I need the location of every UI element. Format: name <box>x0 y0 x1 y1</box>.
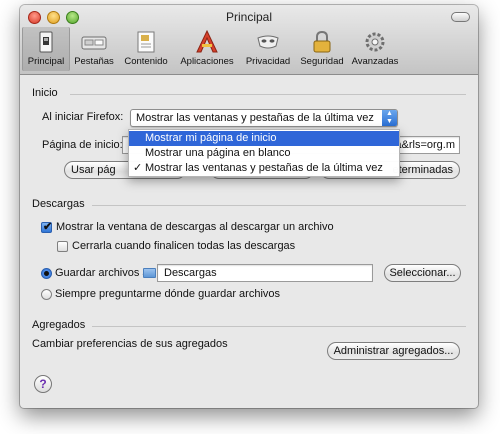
switch-icon <box>39 31 53 53</box>
tab-aplicaciones[interactable]: Aplicaciones <box>175 27 239 71</box>
tab-contenido[interactable]: Contenido <box>118 27 174 71</box>
tab-label: Pestañas <box>74 56 114 67</box>
download-folder-field[interactable]: Descargas <box>157 264 373 282</box>
startup-dropdown-menu: Mostrar mi página de inicio Mostrar una … <box>128 129 400 177</box>
section-divider <box>92 326 466 327</box>
help-button[interactable]: ? <box>34 375 52 393</box>
download-folder-value: Descargas <box>164 267 217 279</box>
close-when-done-label: Cerrarla cuando finalicen todas las desc… <box>72 240 296 252</box>
tab-privacidad[interactable]: Privacidad <box>240 27 296 71</box>
select-arrows-icon: ▲ ▼ <box>382 110 397 126</box>
toolbar: Principal Principal Pestañas Contenido A… <box>20 5 478 75</box>
show-downloads-window-label: Mostrar la ventana de descargas al desca… <box>56 221 334 233</box>
save-to-label: Guardar archivos a <box>55 267 149 279</box>
tab-label: Aplicaciones <box>180 56 234 67</box>
addons-description: Cambiar preferencias de sus agregados <box>32 338 228 350</box>
tab-avanzadas[interactable]: Avanzadas <box>348 27 402 71</box>
window-title: Principal <box>225 10 273 24</box>
section-title-descargas: Descargas <box>32 198 85 210</box>
menu-item-show-last-session[interactable]: ✓ Mostrar las ventanas y pestañas de la … <box>129 161 399 176</box>
always-ask-radio[interactable] <box>41 289 52 300</box>
section-title-agregados: Agregados <box>32 319 86 331</box>
checkmark-icon: ✓ <box>133 162 143 174</box>
content-icon <box>137 31 155 53</box>
tab-label: Seguridad <box>300 56 344 67</box>
always-ask-label: Siempre preguntarme dónde guardar archiv… <box>55 288 281 300</box>
startup-label: Al iniciar Firefox: <box>42 111 124 123</box>
preferences-window: Principal Principal Pestañas Contenido A… <box>20 5 478 408</box>
homepage-label: Página de inicio: <box>42 139 123 151</box>
section-divider <box>92 205 466 206</box>
tabs-icon <box>81 36 107 50</box>
section-divider <box>70 94 466 95</box>
close-when-done-checkbox[interactable] <box>57 241 68 252</box>
show-downloads-window-checkbox[interactable]: ✔ <box>41 221 52 233</box>
padlock-icon <box>313 30 331 53</box>
tab-label: Privacidad <box>245 56 291 67</box>
toolbar-toggle-button[interactable] <box>451 12 470 22</box>
startup-select-value: Mostrar las ventanas y pestañas de la úl… <box>136 112 374 124</box>
menu-item-label: Mostrar una página en blanco <box>145 147 291 159</box>
tab-label: Contenido <box>124 56 168 67</box>
menu-item-label: Mostrar las ventanas y pestañas de la úl… <box>145 162 383 174</box>
homepage-input-value: a&rls=org.m <box>395 139 455 151</box>
privacy-mask-icon <box>257 35 279 49</box>
gear-icon <box>365 32 385 52</box>
tab-label: Principal <box>27 56 65 67</box>
tab-seguridad[interactable]: Seguridad <box>297 27 347 71</box>
choose-folder-button[interactable]: Seleccionar... <box>384 264 461 282</box>
section-title-inicio: Inicio <box>32 87 58 99</box>
save-to-radio[interactable] <box>41 268 52 279</box>
startup-select[interactable]: Mostrar las ventanas y pestañas de la úl… <box>130 109 398 127</box>
folder-icon <box>143 268 156 278</box>
menu-item-show-blank[interactable]: Mostrar una página en blanco <box>129 146 399 161</box>
applications-icon <box>196 30 218 53</box>
tab-principal[interactable]: Principal <box>22 27 70 71</box>
tab-label: Avanzadas <box>351 56 399 67</box>
menu-item-show-homepage[interactable]: Mostrar mi página de inicio <box>129 131 399 146</box>
tab-pestanas[interactable]: Pestañas <box>71 27 117 71</box>
manage-addons-button[interactable]: Administrar agregados... <box>327 342 460 360</box>
menu-item-label: Mostrar mi página de inicio <box>145 132 277 144</box>
